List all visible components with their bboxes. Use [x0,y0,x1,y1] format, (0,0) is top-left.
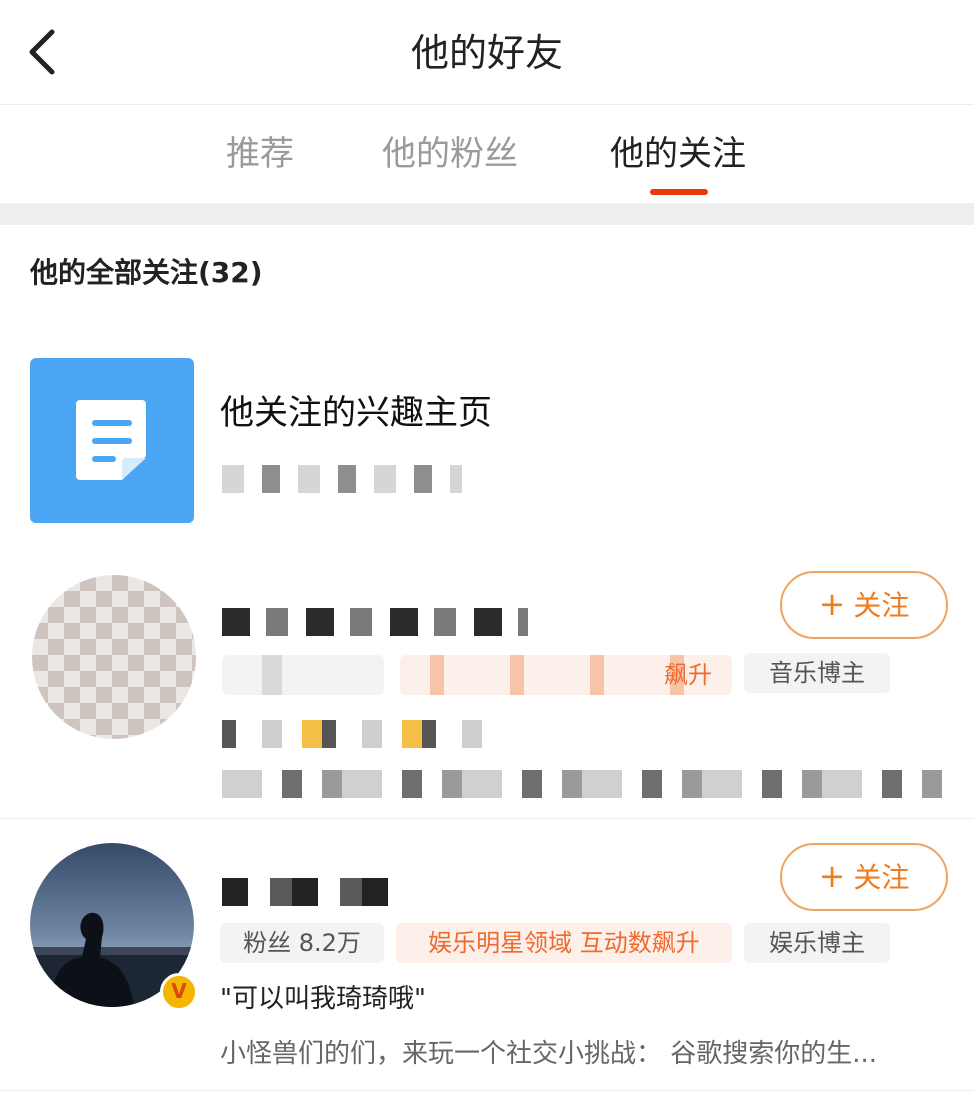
plus-icon: + [818,585,846,623]
tab-fans[interactable]: 他的粉丝 [382,131,518,177]
avatar[interactable] [32,575,196,739]
row-divider [0,818,974,819]
tab-recommend[interactable]: 推荐 [226,131,294,177]
follow-button[interactable]: + 关注 [780,843,948,911]
user-quote: "可以叫我琦琦哦" [220,984,426,1014]
follow-button[interactable]: + 关注 [780,571,948,639]
tab-following[interactable]: 他的关注 [610,131,746,177]
interest-page-icon[interactable] [30,358,194,523]
document-icon [76,400,146,480]
fans-count-chip-blurred [222,655,384,695]
tab-bar: 推荐 他的粉丝 他的关注 [0,105,974,203]
page-title: 他的好友 [410,31,563,75]
plus-icon: + [818,857,846,895]
description-blurred [222,770,942,798]
section-separator [0,203,974,225]
category-chip: 娱乐博主 [744,923,890,963]
row-divider [0,1090,974,1091]
fans-count-chip: 粉丝 8.2万 [220,923,384,963]
interest-page-title[interactable]: 他关注的兴趣主页 [220,390,492,436]
follow-label: 关注 [853,589,910,622]
username-blurred [222,608,528,636]
domain-chip: 飙升 [400,655,732,695]
category-chip: 音乐博主 [744,653,890,693]
header: 他的好友 [0,0,974,105]
active-tab-indicator [650,189,708,195]
domain-chip: 娱乐明星领域 互动数飙升 [396,923,732,963]
username-blurred [222,878,402,906]
user-description: 小怪兽们的们，来玩一个社交小挑战： 谷歌搜索你的生... [220,1039,878,1069]
follow-label: 关注 [853,861,910,894]
section-title: 他的全部关注(32) [30,256,263,289]
quote-blurred [222,720,482,748]
interest-page-subtitle-blurred [222,465,462,493]
verified-v-icon: V [160,973,198,1011]
